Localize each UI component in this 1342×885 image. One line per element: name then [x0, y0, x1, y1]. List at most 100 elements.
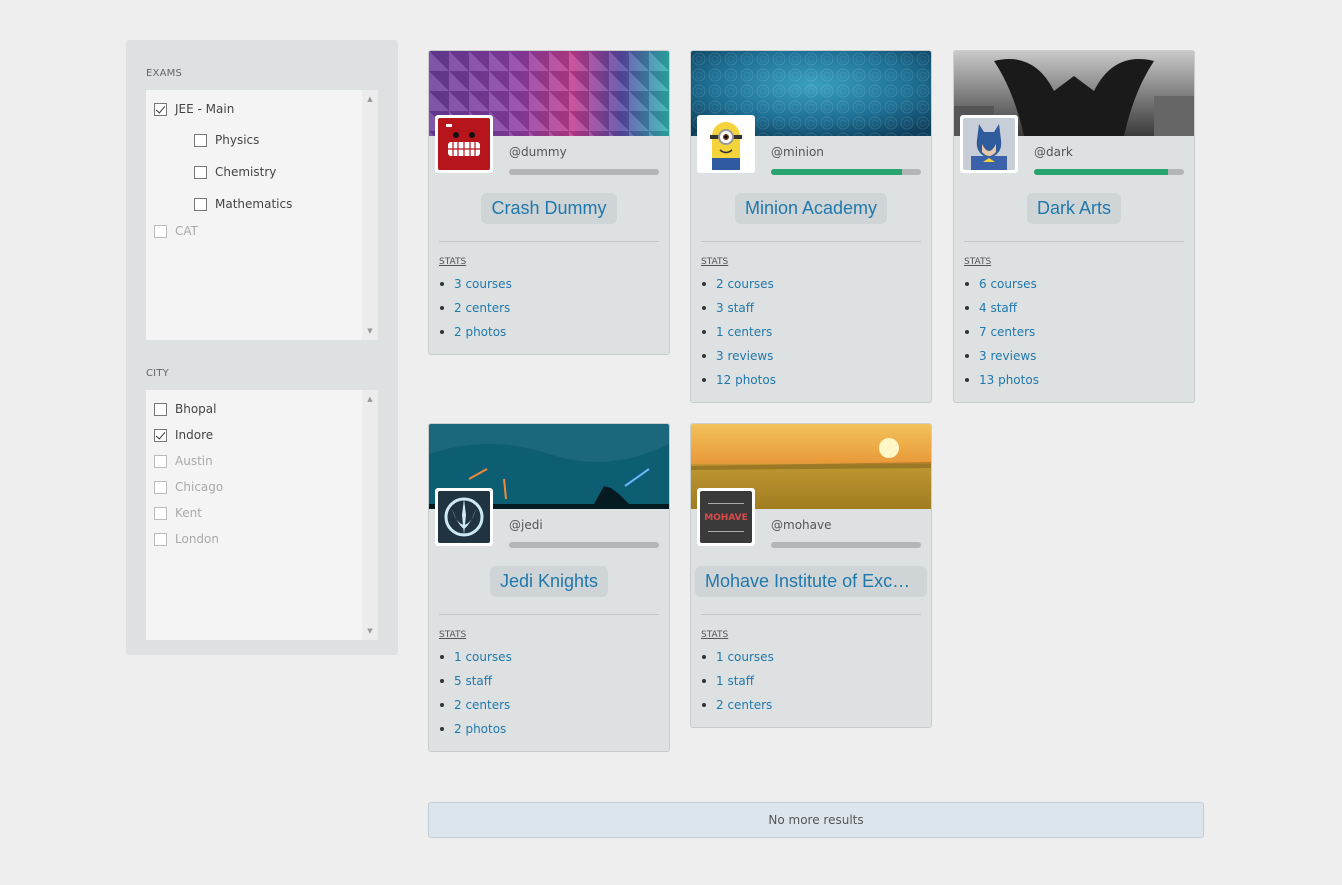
exam-option-cat: CAT — [154, 222, 198, 240]
stats-list: 2 courses 3 staff 1 centers 3 reviews 12… — [701, 275, 776, 395]
progress-bar — [771, 169, 921, 175]
progress-bar — [771, 542, 921, 548]
city-option-chicago: Chicago — [154, 478, 223, 496]
no-more-results: No more results — [428, 802, 1204, 838]
stats-label: STATS — [964, 257, 992, 267]
checkbox — [154, 224, 167, 238]
city-section-title: CITY — [146, 368, 169, 379]
stats-label: STATS — [701, 630, 729, 640]
checkbox[interactable] — [194, 133, 207, 147]
institute-card[interactable]: @jedi Jedi Knights STATS 1 courses 5 sta… — [428, 423, 670, 752]
avatar[interactable] — [435, 488, 493, 546]
minion-icon — [700, 118, 752, 170]
exams-scrollbar[interactable]: ▲ ▼ — [362, 90, 378, 340]
stat-link[interactable]: 2 centers — [439, 299, 512, 323]
stats-list: 3 courses 2 centers 2 photos — [439, 275, 512, 347]
scroll-up-icon[interactable]: ▲ — [362, 392, 378, 406]
filter-sidebar: EXAMS JEE - Main Physics Chemistry Mathe… — [126, 40, 398, 655]
institute-name-link[interactable]: Dark Arts — [1026, 193, 1121, 224]
stats-label: STATS — [439, 257, 467, 267]
avatar[interactable] — [960, 115, 1018, 173]
exam-option-physics[interactable]: Physics — [194, 131, 259, 149]
city-listbox[interactable]: Bhopal Indore Austin Chicago Kent London — [146, 390, 378, 640]
scroll-up-icon[interactable]: ▲ — [362, 92, 378, 106]
institute-name-link[interactable]: Mohave Institute of Excellence — [695, 566, 927, 597]
avatar[interactable]: MOHAVE — [697, 488, 755, 546]
stat-link[interactable]: 3 courses — [439, 275, 512, 299]
progress-bar — [509, 542, 659, 548]
stat-link[interactable]: 7 centers — [964, 323, 1039, 347]
checkbox — [154, 532, 167, 546]
stat-link[interactable]: 1 centers — [701, 323, 776, 347]
card-handle: @dark — [1034, 145, 1073, 159]
institute-name-link[interactable]: Crash Dummy — [481, 193, 617, 224]
checkbox[interactable] — [154, 428, 167, 442]
svg-text:MOHAVE: MOHAVE — [704, 513, 748, 523]
stat-link[interactable]: 12 photos — [701, 371, 776, 395]
card-handle: @minion — [771, 145, 824, 159]
stats-label: STATS — [701, 257, 729, 267]
exam-option-mathematics[interactable]: Mathematics — [194, 195, 292, 213]
scroll-down-icon[interactable]: ▼ — [362, 624, 378, 638]
checkbox[interactable] — [194, 165, 207, 179]
batman-icon — [963, 118, 1015, 170]
stat-link[interactable]: 5 staff — [439, 672, 512, 696]
stat-link[interactable]: 6 courses — [964, 275, 1039, 299]
checkbox — [154, 480, 167, 494]
city-option-london: London — [154, 530, 219, 548]
stat-link[interactable]: 2 centers — [701, 696, 774, 720]
divider — [964, 241, 1184, 242]
stat-link[interactable]: 1 courses — [701, 648, 774, 672]
checkbox[interactable] — [154, 402, 167, 416]
city-option-austin: Austin — [154, 452, 213, 470]
checkbox[interactable] — [194, 197, 207, 211]
scroll-down-icon[interactable]: ▼ — [362, 324, 378, 338]
card-handle: @dummy — [509, 145, 567, 159]
stat-link[interactable]: 1 staff — [701, 672, 774, 696]
stat-link[interactable]: 3 reviews — [701, 347, 776, 371]
stat-link[interactable]: 3 staff — [701, 299, 776, 323]
avatar[interactable] — [435, 115, 493, 173]
meat-boy-logo-icon — [438, 118, 490, 170]
stat-link[interactable]: 2 photos — [439, 323, 512, 347]
city-option-bhopal[interactable]: Bhopal — [154, 400, 216, 418]
institute-name-link[interactable]: Minion Academy — [734, 193, 888, 224]
exam-option-jee-main[interactable]: JEE - Main — [154, 100, 234, 118]
checkbox — [154, 454, 167, 468]
institute-card[interactable]: @dark Dark Arts STATS 6 courses 4 staff … — [953, 50, 1195, 403]
progress-bar — [509, 169, 659, 175]
stat-link[interactable]: 3 reviews — [964, 347, 1039, 371]
institute-card[interactable]: @minion Minion Academy STATS 2 courses 3… — [690, 50, 932, 403]
divider — [701, 614, 921, 615]
stats-list: 1 courses 1 staff 2 centers — [701, 648, 774, 720]
checkbox[interactable] — [154, 102, 167, 116]
divider — [439, 241, 659, 242]
city-option-kent: Kent — [154, 504, 202, 522]
divider — [701, 241, 921, 242]
stat-link[interactable]: 13 photos — [964, 371, 1039, 395]
institute-card[interactable]: @dummy Crash Dummy STATS 3 courses 2 cen… — [428, 50, 670, 355]
progress-bar — [1034, 169, 1184, 175]
card-handle: @jedi — [509, 518, 543, 532]
city-option-indore[interactable]: Indore — [154, 426, 213, 444]
stats-label: STATS — [439, 630, 467, 640]
exam-option-chemistry[interactable]: Chemistry — [194, 163, 276, 181]
card-handle: @mohave — [771, 518, 832, 532]
divider — [439, 614, 659, 615]
stat-link[interactable]: 2 centers — [439, 696, 512, 720]
jedi-order-icon — [438, 491, 490, 543]
city-scrollbar[interactable]: ▲ ▼ — [362, 390, 378, 640]
mohave-logo: MOHAVE — [700, 491, 752, 543]
checkbox — [154, 506, 167, 520]
exams-section-title: EXAMS — [146, 68, 182, 79]
exams-listbox[interactable]: JEE - Main Physics Chemistry Mathematics… — [146, 90, 378, 340]
stat-link[interactable]: 2 photos — [439, 720, 512, 744]
stats-list: 1 courses 5 staff 2 centers 2 photos — [439, 648, 512, 744]
institute-card[interactable]: MOHAVE @mohave Mohave Institute of Excel… — [690, 423, 932, 728]
stat-link[interactable]: 4 staff — [964, 299, 1039, 323]
stat-link[interactable]: 1 courses — [439, 648, 512, 672]
avatar[interactable] — [697, 115, 755, 173]
institute-name-link[interactable]: Jedi Knights — [489, 566, 609, 597]
stats-list: 6 courses 4 staff 7 centers 3 reviews 13… — [964, 275, 1039, 395]
stat-link[interactable]: 2 courses — [701, 275, 776, 299]
